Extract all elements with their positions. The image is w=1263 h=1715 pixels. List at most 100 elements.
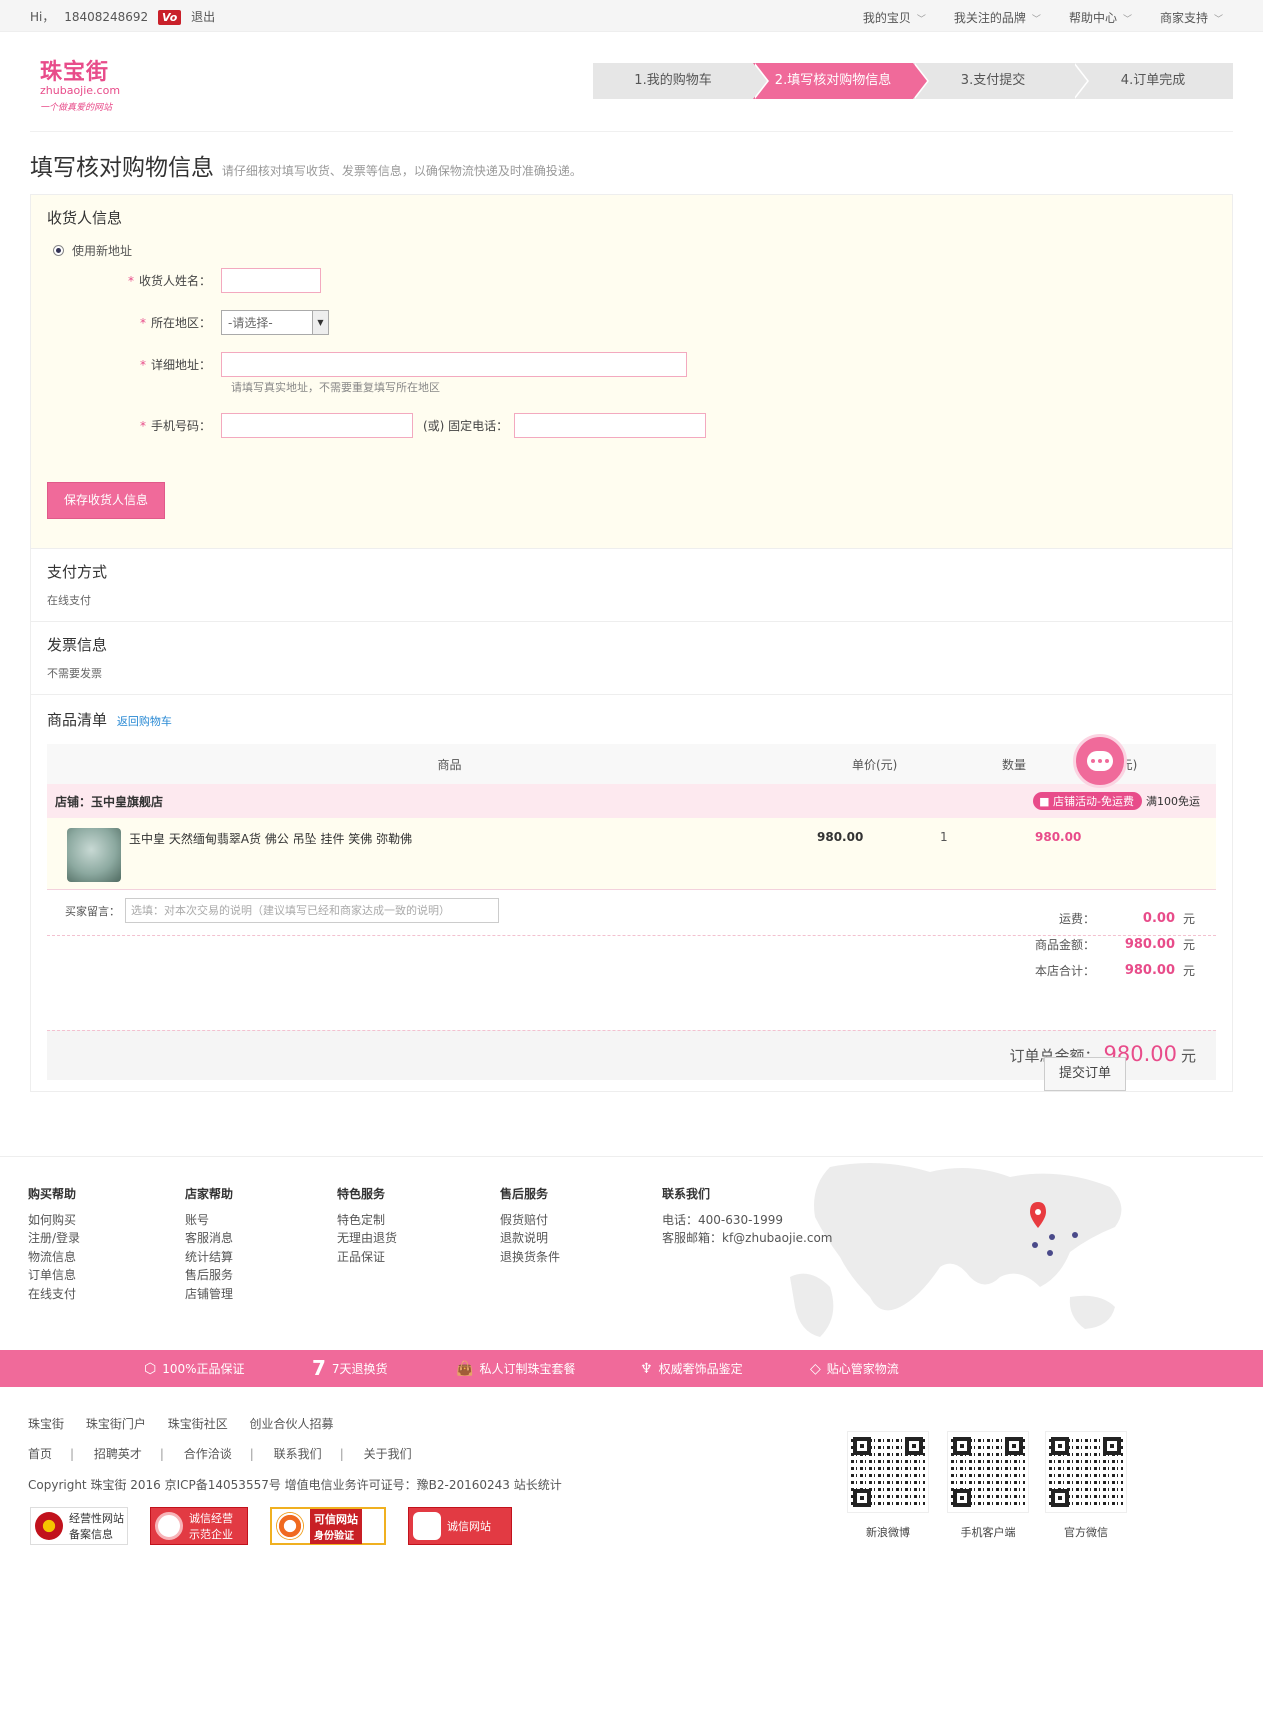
- top-bar: Hi， 18408248692 Vo 退出 我的宝贝 ﹀ 我关注的品牌 ﹀ 帮助中心…: [0, 0, 1263, 32]
- footer-link[interactable]: 特色定制: [337, 1211, 397, 1230]
- footer-link[interactable]: 订单信息: [28, 1266, 80, 1285]
- contact-email: 客服邮箱：kf@zhubaojie.com: [662, 1231, 833, 1245]
- product-title[interactable]: 玉中皇 天然缅甸翡翠A货 佛公 吊坠 挂件 笑佛 弥勒佛: [129, 830, 412, 847]
- footer-link[interactable]: 统计结算: [185, 1248, 233, 1267]
- footer-col-title: 购买帮助: [28, 1187, 77, 1201]
- footer-col-shop-help: 店家帮助 账号 客服消息 统计结算 售后服务 店铺管理: [185, 1185, 233, 1303]
- label-text: 详细地址：: [150, 358, 211, 372]
- mobile-input[interactable]: [221, 413, 413, 438]
- summary-value: 980.00: [1124, 936, 1175, 952]
- mobile-label: * 手机号码：: [31, 417, 221, 434]
- name-input[interactable]: [221, 268, 321, 293]
- footer-link[interactable]: 物流信息: [28, 1248, 80, 1267]
- address-hint: 请填写真实地址，不需要重复填写所在地区: [231, 381, 440, 394]
- contact-phone: 电话：400-630-1999: [662, 1212, 784, 1227]
- summary-label: 商品金额：: [1034, 937, 1095, 952]
- badge-integrity-model[interactable]: 诚信经营 示范企业: [150, 1507, 248, 1545]
- footer-link[interactable]: 无理由退货: [337, 1229, 397, 1248]
- logo-en: zhubaojie.com: [40, 84, 121, 97]
- footer-link[interactable]: 假货赔付: [500, 1211, 560, 1230]
- footer-link[interactable]: 账号: [185, 1211, 233, 1230]
- store-total-row: 本店合计： 980.00 元: [955, 957, 1195, 983]
- region-label: * 所在地区：: [31, 314, 221, 331]
- payment-value: 在线支付: [47, 594, 91, 607]
- footer-link[interactable]: 客服消息: [185, 1229, 233, 1248]
- invoice-section: 发票信息 不需要发票: [31, 622, 1232, 695]
- use-new-address-option[interactable]: 使用新地址: [47, 242, 1216, 259]
- chevron-down-icon: ﹀: [1122, 15, 1132, 25]
- logo-cn: 珠宝街: [40, 59, 110, 85]
- footer-link[interactable]: 珠宝街社区: [168, 1417, 228, 1431]
- logout-link[interactable]: 退出: [191, 10, 215, 24]
- seven-day-icon: 7: [312, 1356, 326, 1380]
- address-label: * 详细地址：: [31, 356, 221, 373]
- label-text: 所在地区：: [150, 316, 211, 330]
- microscope-icon: ♆: [640, 1360, 653, 1377]
- vip-badge: Vo: [158, 10, 182, 25]
- trust-badges: 经营性网站 备案信息 诚信经营 示范企业 可信网站 身份验证 诚信网站: [30, 1507, 512, 1545]
- footer-link[interactable]: 珠宝街: [28, 1417, 64, 1431]
- top-menu: 我的宝贝 ﹀ 我关注的品牌 ﹀ 帮助中心 ﹀ 商家支持 ﹀: [863, 9, 1223, 26]
- label-text: 手机号码：: [150, 419, 211, 433]
- footer-link[interactable]: 联系我们: [274, 1447, 322, 1461]
- footer-link[interactable]: 在线支付: [28, 1285, 80, 1304]
- footer-link[interactable]: 招聘英才: [94, 1447, 142, 1461]
- footer-link[interactable]: 创业合伙人招募: [250, 1417, 334, 1431]
- required-mark: *: [139, 316, 146, 330]
- qr-label: 手机客户端: [960, 1526, 1016, 1539]
- separator: |: [70, 1447, 75, 1461]
- badge-integrity-site[interactable]: 诚信网站: [408, 1507, 512, 1545]
- tel-input[interactable]: [514, 413, 707, 438]
- col-qty: 数量: [1002, 757, 1027, 772]
- promo-tag: ■ 店铺活动-免运费: [1033, 792, 1142, 810]
- save-consignee-button[interactable]: 保存收货人信息: [47, 482, 165, 519]
- menu-followed-brands[interactable]: 我关注的品牌 ﹀: [954, 9, 1041, 26]
- address-input[interactable]: [221, 352, 687, 377]
- goods-section: 商品清单 返回购物车 商品 单价(元) 数量 小计(元) 店铺：玉中皇旗舰店 ■…: [31, 695, 1232, 1091]
- badge-icp[interactable]: 经营性网站 备案信息: [30, 1507, 128, 1545]
- footer-link[interactable]: 合作洽谈: [184, 1447, 232, 1461]
- buyer-note-input[interactable]: 选填：对本次交易的说明（建议填写已经和商家达成一致的说明）: [125, 898, 499, 923]
- badge-line2: 示范企业: [189, 1528, 233, 1541]
- site-logo[interactable]: 珠宝街 zhubaojie.com 一个做真爱的网站: [40, 54, 140, 113]
- name-label: * 收货人姓名：: [31, 272, 221, 289]
- footer-col-features: 特色服务 特色定制 无理由退货 正品保证: [337, 1185, 397, 1266]
- footer-link[interactable]: 注册/登录: [28, 1229, 80, 1248]
- invoice-title: 发票信息: [47, 636, 108, 654]
- footer-links-row2: 首页 | 招聘英才 | 合作洽谈 | 联系我们 | 关于我们: [28, 1445, 430, 1462]
- product-thumbnail[interactable]: [67, 828, 121, 882]
- footer-col-title: 联系我们: [662, 1187, 711, 1201]
- summary-unit: 元: [1182, 963, 1195, 978]
- footer-link[interactable]: 关于我们: [364, 1447, 412, 1461]
- diamond-icon: ◇: [810, 1360, 821, 1377]
- address-row: * 详细地址：: [31, 352, 687, 377]
- qr-label: 官方微信: [1064, 1526, 1108, 1539]
- chat-icon: [1087, 751, 1113, 771]
- guarantee-label: 私人订制珠宝套餐: [479, 1362, 576, 1376]
- region-select[interactable]: -请选择- ▼: [221, 310, 329, 335]
- menu-merchant-support[interactable]: 商家支持 ﹀: [1160, 9, 1223, 26]
- user-phone[interactable]: 18408248692: [64, 10, 148, 24]
- menu-my-treasures[interactable]: 我的宝贝 ﹀: [863, 9, 926, 26]
- header: 珠宝街 zhubaojie.com 一个做真爱的网站 1.我的购物车 2.填写核…: [30, 32, 1233, 132]
- menu-label: 商家支持: [1159, 11, 1208, 25]
- footer-link[interactable]: 店铺管理: [185, 1285, 233, 1304]
- footer-link[interactable]: 退款说明: [500, 1229, 560, 1248]
- submit-order-button[interactable]: 提交订单: [1044, 1057, 1126, 1091]
- footer-link[interactable]: 退换货条件: [500, 1248, 560, 1267]
- back-to-cart-link[interactable]: 返回购物车: [117, 715, 172, 728]
- summary-label: 本店合计：: [1034, 963, 1095, 978]
- goods-title: 商品清单: [47, 711, 108, 729]
- footer-link[interactable]: 珠宝街门户: [86, 1417, 146, 1431]
- menu-help-center[interactable]: 帮助中心 ﹀: [1069, 9, 1132, 26]
- guarantee-logistics: ◇ 贴心管家物流: [810, 1360, 899, 1377]
- chat-service-button[interactable]: [1073, 734, 1127, 788]
- radio-button[interactable]: [53, 245, 64, 256]
- footer-link[interactable]: 如何购买: [28, 1211, 80, 1230]
- footer-link[interactable]: 售后服务: [185, 1266, 233, 1285]
- footer-link[interactable]: 首页: [28, 1447, 52, 1461]
- footer-col-title: 店家帮助: [185, 1187, 234, 1201]
- footer-link[interactable]: 正品保证: [337, 1248, 397, 1267]
- badge-trusted-site[interactable]: 可信网站 身份验证: [270, 1507, 386, 1545]
- separator: |: [249, 1447, 254, 1461]
